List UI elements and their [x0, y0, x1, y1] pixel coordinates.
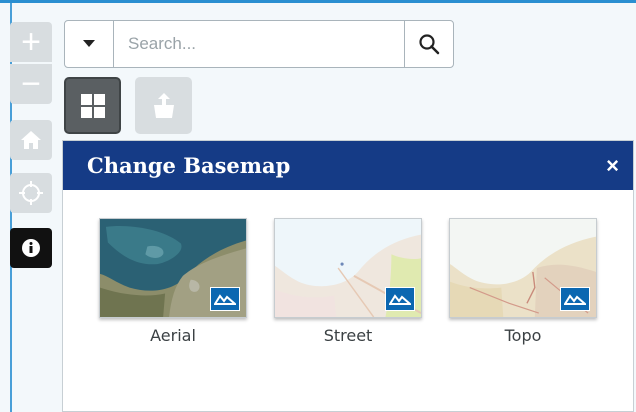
- basemap-thumbnail[interactable]: [99, 218, 247, 318]
- share-icon: [153, 92, 174, 118]
- close-button[interactable]: ×: [606, 154, 619, 177]
- basemap-logo-icon: [385, 287, 415, 311]
- search-icon: [419, 34, 440, 55]
- basemap-option-topo[interactable]: Topo: [448, 218, 598, 345]
- basemap-option-aerial[interactable]: Aerial: [98, 218, 248, 345]
- panel-title: Change Basemap: [87, 153, 291, 178]
- basemap-list: Aerial Street Topo: [63, 218, 633, 348]
- home-button[interactable]: [10, 120, 52, 160]
- grid-icon: [80, 93, 105, 118]
- basemap-thumbnail[interactable]: [274, 218, 422, 318]
- zoom-out-button[interactable]: −: [10, 64, 52, 104]
- basemap-gallery-button[interactable]: [64, 77, 121, 134]
- search-button[interactable]: [404, 21, 453, 67]
- basemap-panel: Change Basemap × Aerial Street Topo: [62, 140, 634, 412]
- locate-button[interactable]: [10, 173, 52, 213]
- search-source-dropdown[interactable]: [65, 21, 114, 67]
- left-toolbar: + −: [10, 22, 52, 412]
- chevron-down-icon: [83, 40, 95, 47]
- search-widget: [64, 20, 454, 68]
- search-input[interactable]: [114, 21, 404, 67]
- info-icon: [22, 239, 40, 257]
- basemap-label-aerial: Aerial: [150, 326, 196, 345]
- basemap-thumbnail[interactable]: [449, 218, 597, 318]
- basemap-option-street[interactable]: Street: [273, 218, 423, 345]
- home-icon: [21, 131, 41, 149]
- info-button[interactable]: [10, 228, 52, 268]
- panel-header: Change Basemap ×: [63, 141, 633, 190]
- share-button[interactable]: [135, 77, 192, 134]
- basemap-logo-icon: [560, 287, 590, 311]
- locate-icon: [19, 181, 43, 205]
- basemap-label-topo: Topo: [504, 326, 542, 345]
- zoom-in-label: +: [21, 23, 41, 61]
- zoom-out-label: −: [21, 65, 41, 103]
- basemap-logo-icon: [210, 287, 240, 311]
- zoom-in-button[interactable]: +: [10, 22, 52, 62]
- basemap-label-street: Street: [323, 326, 373, 345]
